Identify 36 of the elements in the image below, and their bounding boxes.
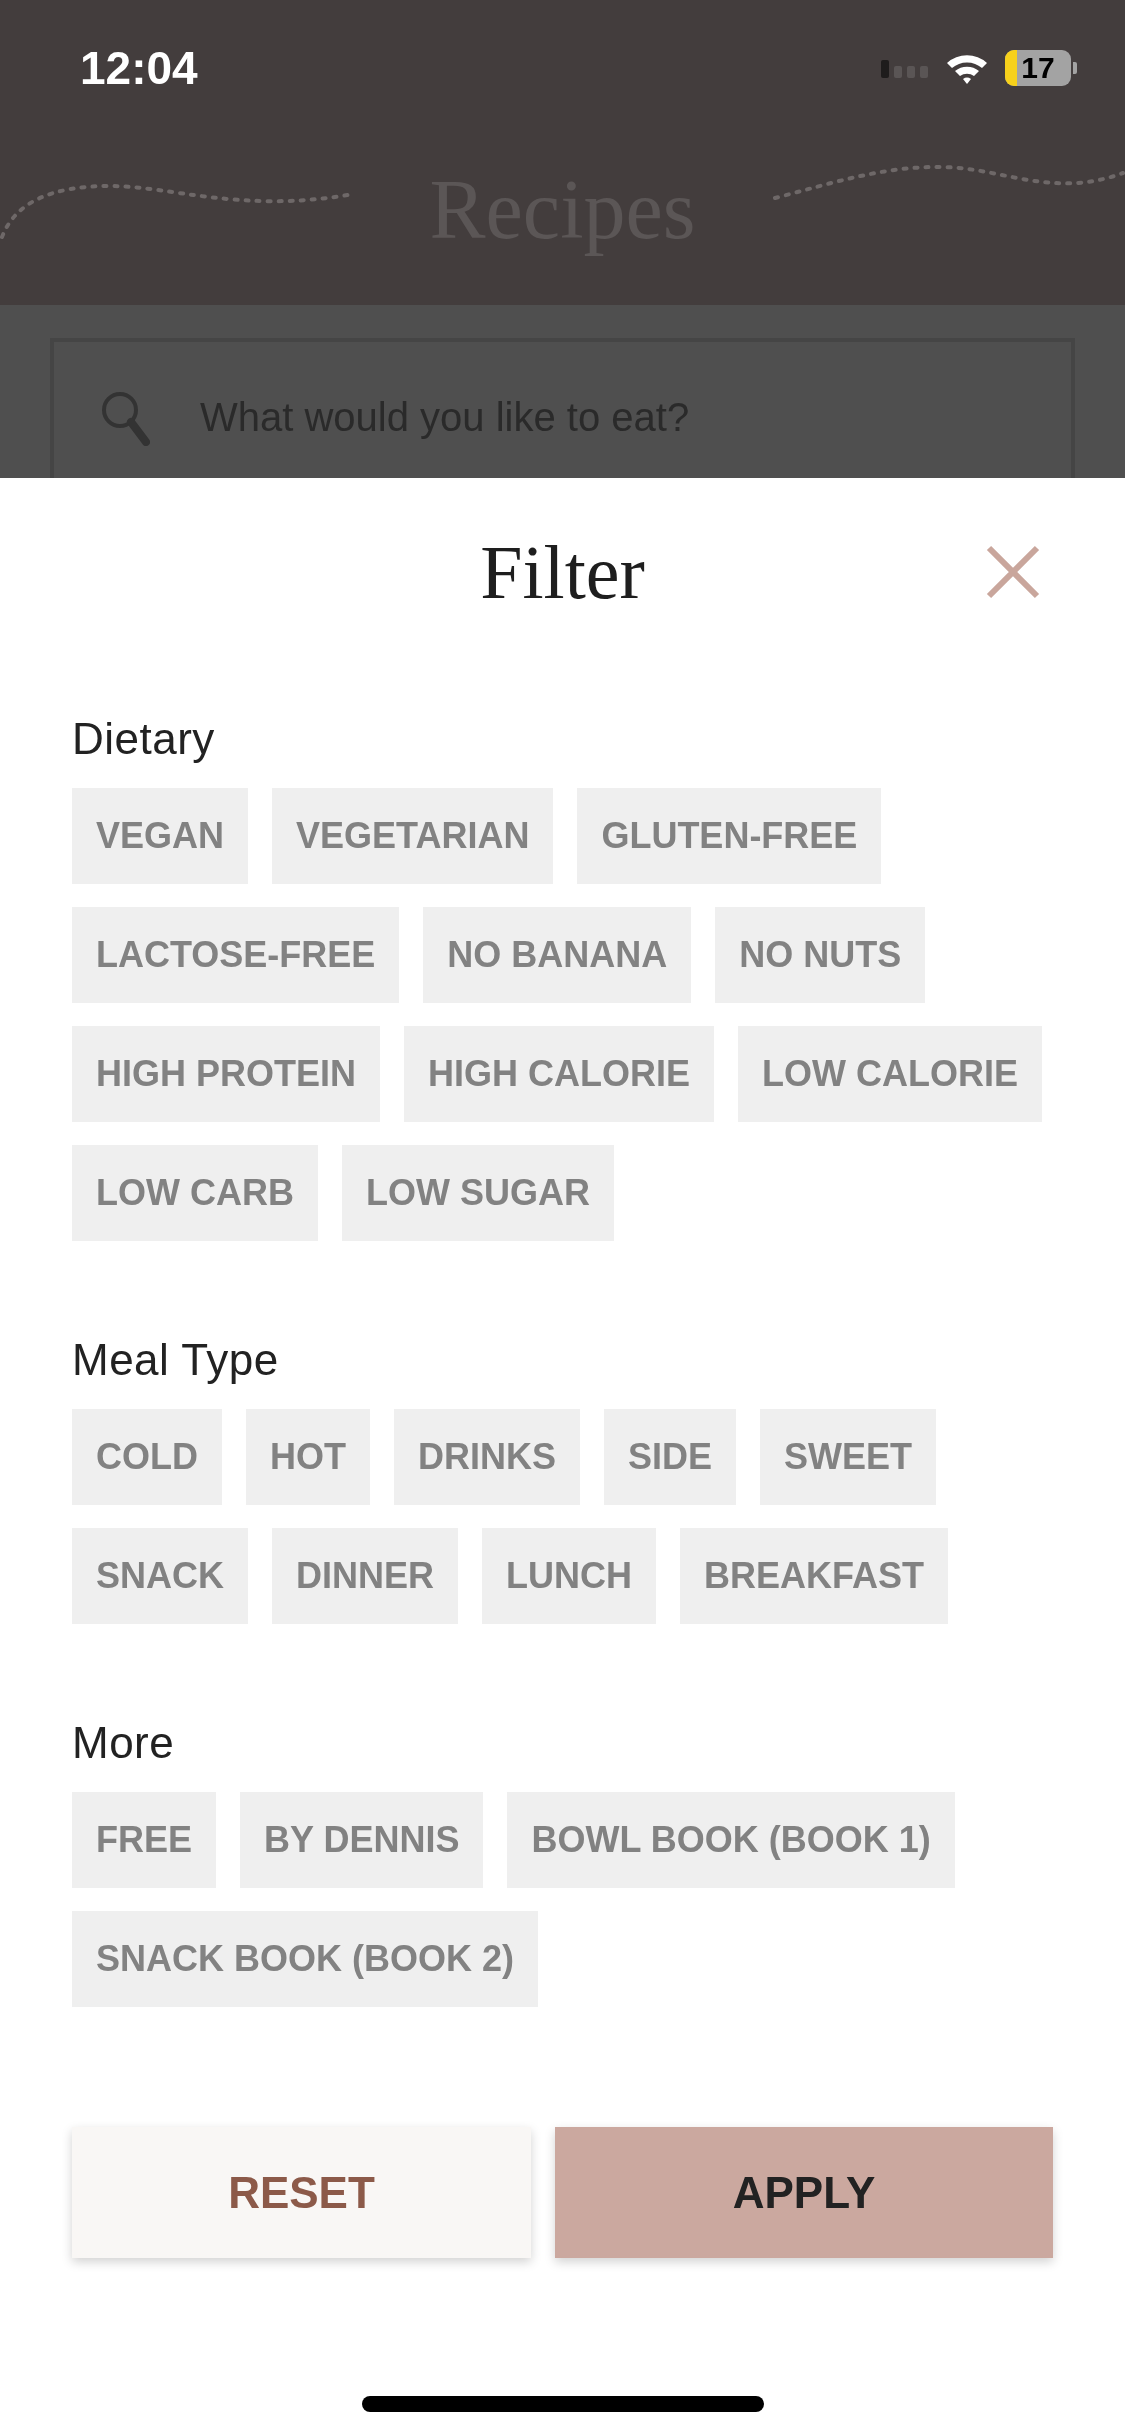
- sheet-title: Filter: [480, 534, 645, 610]
- close-icon: [986, 545, 1040, 599]
- signal-icon: [881, 57, 929, 78]
- filter-chip[interactable]: BOWL BOOK (BOOK 1): [507, 1792, 955, 1888]
- filter-chip[interactable]: SIDE: [604, 1409, 737, 1505]
- filter-chip[interactable]: VEGETARIAN: [272, 788, 554, 884]
- filter-chip[interactable]: LOW CARB: [72, 1145, 318, 1241]
- filter-chip[interactable]: SWEET: [760, 1409, 937, 1505]
- filter-chip[interactable]: COLD: [72, 1409, 222, 1505]
- filter-chip[interactable]: LUNCH: [482, 1528, 656, 1624]
- filter-chip[interactable]: LOW CALORIE: [738, 1026, 1042, 1122]
- filter-chip[interactable]: LACTOSE-FREE: [72, 907, 400, 1003]
- filter-chip[interactable]: SNACK BOOK (BOOK 2): [72, 1911, 538, 2007]
- filter-chip[interactable]: FREE: [72, 1792, 216, 1888]
- filter-chip[interactable]: NO BANANA: [423, 907, 692, 1003]
- apply-button[interactable]: APPLY: [555, 2127, 1053, 2258]
- filter-chip[interactable]: HIGH CALORIE: [404, 1026, 715, 1122]
- filter-chip[interactable]: NO NUTS: [715, 907, 926, 1003]
- filter-chip[interactable]: BREAKFAST: [680, 1528, 949, 1624]
- section-label: Meal Type: [72, 1334, 280, 1386]
- filter-chip[interactable]: HIGH PROTEIN: [72, 1026, 380, 1122]
- filter-chip[interactable]: GLUTEN-FREE: [577, 788, 882, 884]
- reset-button[interactable]: RESET: [72, 2127, 531, 2258]
- close-button[interactable]: [986, 545, 1040, 599]
- filter-chip[interactable]: HOT: [246, 1409, 370, 1505]
- filter-chip[interactable]: LOW SUGAR: [341, 1145, 614, 1241]
- filter-chip[interactable]: VEGAN: [72, 788, 249, 884]
- filter-chip[interactable]: DINNER: [272, 1528, 459, 1624]
- battery-indicator: 17: [1005, 49, 1077, 86]
- search-icon: [100, 390, 150, 446]
- section-label: Dietary: [72, 713, 216, 765]
- filter-chip[interactable]: DRINKS: [394, 1409, 580, 1505]
- filter-chip[interactable]: BY DENNIS: [240, 1792, 484, 1888]
- filter-chip[interactable]: SNACK: [72, 1528, 248, 1624]
- status-time: 12:04: [80, 44, 198, 91]
- section-label: More: [72, 1717, 176, 1769]
